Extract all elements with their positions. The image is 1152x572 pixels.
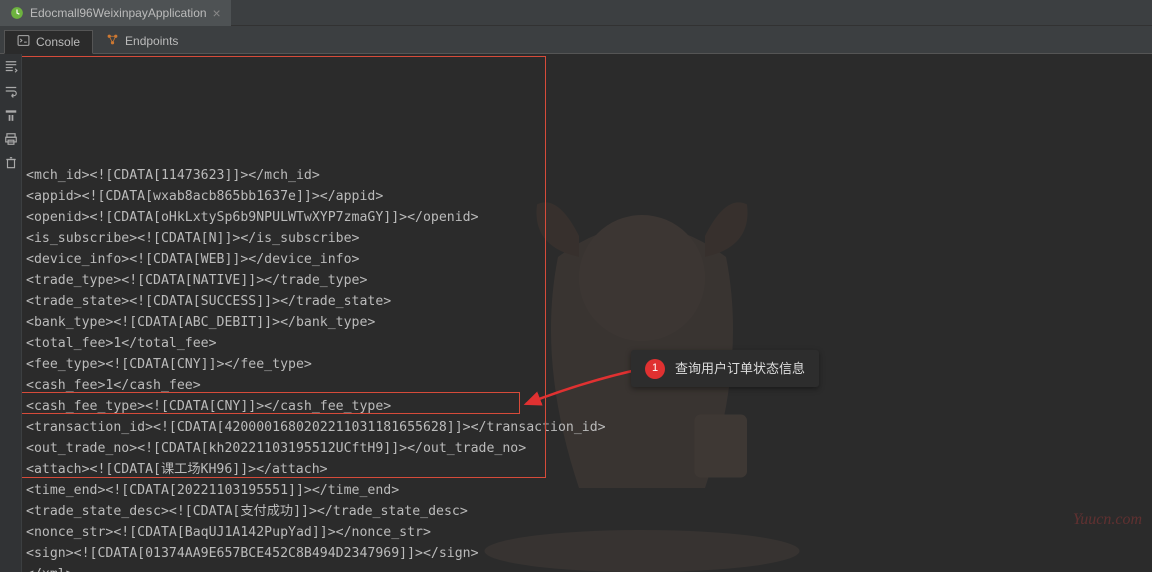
- endpoints-label: Endpoints: [125, 34, 178, 48]
- annotation-bubble: 1 查询用户订单状态信息: [631, 350, 819, 387]
- xml-line: </xml>: [26, 564, 1148, 572]
- xml-line: <cash_fee_type><![CDATA[CNY]]></cash_fee…: [26, 396, 1148, 417]
- console-icon: [17, 34, 30, 50]
- xml-line: <cash_fee>1</cash_fee>: [26, 375, 1148, 396]
- springboot-icon: [10, 6, 24, 20]
- annotation-text: 查询用户订单状态信息: [675, 358, 805, 379]
- xml-line: <out_trade_no><![CDATA[kh20221103195512U…: [26, 438, 1148, 459]
- close-icon[interactable]: ×: [213, 6, 221, 20]
- xml-line: <total_fee>1</total_fee>: [26, 333, 1148, 354]
- xml-line: <bank_type><![CDATA[ABC_DEBIT]]></bank_t…: [26, 312, 1148, 333]
- filter-icon[interactable]: [4, 108, 18, 122]
- tool-gutter: [0, 54, 22, 572]
- tool-tabs: Console Endpoints: [0, 26, 1152, 54]
- xml-line: <mch_id><![CDATA[11473623]]></mch_id>: [26, 165, 1148, 186]
- tab-console[interactable]: Console: [4, 30, 93, 54]
- xml-line: <appid><![CDATA[wxab8acb865bb1637e]]></a…: [26, 186, 1148, 207]
- xml-line: <nonce_str><![CDATA[BaqUJ1A142PupYad]]><…: [26, 522, 1148, 543]
- soft-wrap-icon[interactable]: [4, 84, 18, 98]
- endpoints-icon: [106, 33, 119, 49]
- xml-line: <is_subscribe><![CDATA[N]]></is_subscrib…: [26, 228, 1148, 249]
- watermark: Yuucn.com: [1073, 509, 1142, 530]
- clear-icon[interactable]: [4, 156, 18, 170]
- print-icon[interactable]: [4, 132, 18, 146]
- xml-line: <trade_state_desc><![CDATA[支付成功]]></trad…: [26, 501, 1148, 522]
- xml-line: <attach><![CDATA[课工场KH96]]></attach>: [26, 459, 1148, 480]
- annotation-badge: 1: [645, 359, 665, 379]
- console-output[interactable]: <mch_id><![CDATA[11473623]]></mch_id><ap…: [22, 54, 1152, 572]
- xml-line: <sign><![CDATA[01374AA9E657BCE452C8B494D…: [26, 543, 1148, 564]
- console-label: Console: [36, 35, 80, 49]
- tab-endpoints[interactable]: Endpoints: [93, 29, 191, 53]
- xml-line: <transaction_id><![CDATA[420000168020221…: [26, 417, 1148, 438]
- xml-line: <fee_type><![CDATA[CNY]]></fee_type>: [26, 354, 1148, 375]
- file-tab[interactable]: Edocmall96WeixinpayApplication ×: [0, 0, 231, 26]
- xml-line: <trade_state><![CDATA[SUCCESS]]></trade_…: [26, 291, 1148, 312]
- file-tab-bar: Edocmall96WeixinpayApplication ×: [0, 0, 1152, 26]
- tab-title: Edocmall96WeixinpayApplication: [30, 6, 207, 20]
- xml-line: <time_end><![CDATA[20221103195551]]></ti…: [26, 480, 1148, 501]
- xml-line: <device_info><![CDATA[WEB]]></device_inf…: [26, 249, 1148, 270]
- xml-line: <openid><![CDATA[oHkLxtySp6b9NPULWTwXYP7…: [26, 207, 1148, 228]
- xml-line: <trade_type><![CDATA[NATIVE]]></trade_ty…: [26, 270, 1148, 291]
- scroll-to-end-icon[interactable]: [4, 60, 18, 74]
